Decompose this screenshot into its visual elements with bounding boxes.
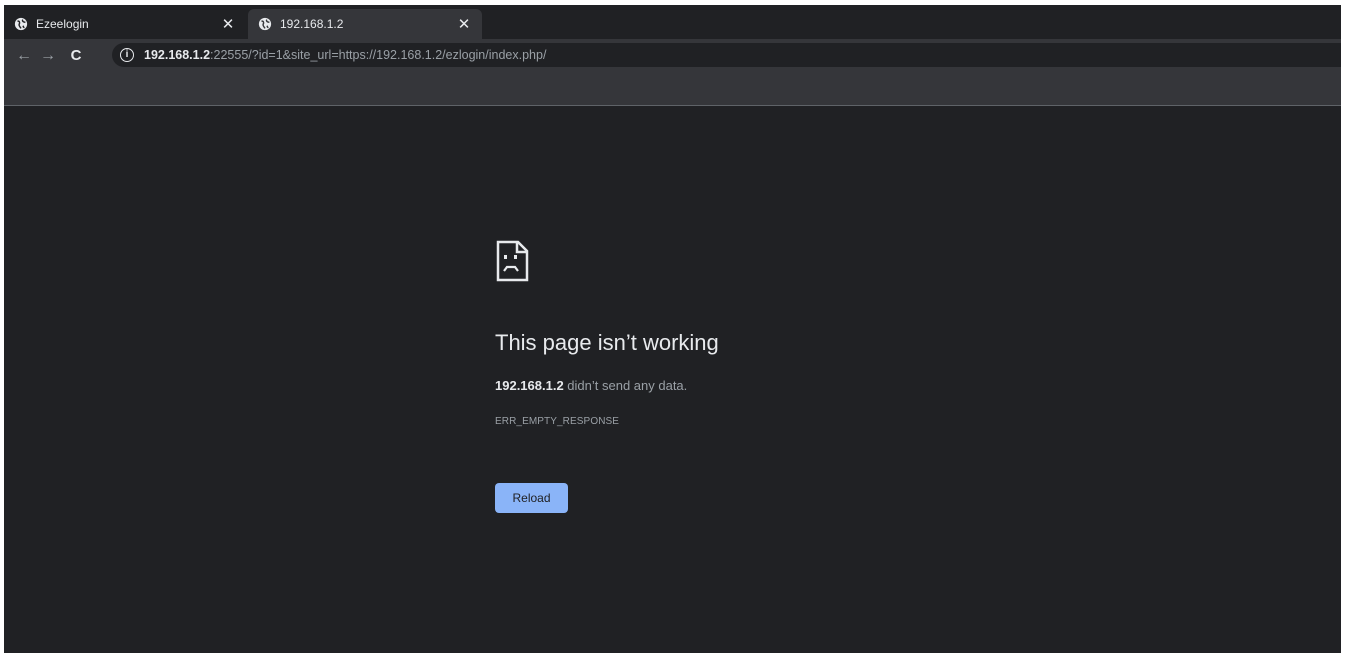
error-code: ERR_EMPTY_RESPONSE	[495, 416, 620, 427]
info-icon[interactable]: i	[120, 48, 134, 62]
reload-button[interactable]: Reload	[495, 483, 568, 513]
close-tab-icon[interactable]: ✕	[220, 16, 236, 33]
browser-window: Ezeelogin ✕ 192.168.1.2 ✕ ← → C i 192.16…	[4, 5, 1341, 653]
url-path: :22555/?id=1&site_url=https://192.168.1.…	[210, 48, 547, 62]
back-arrow-icon[interactable]: ←	[13, 45, 35, 67]
forward-arrow-icon[interactable]: →	[37, 45, 59, 67]
reload-icon[interactable]: C	[65, 45, 87, 67]
page-content: This page isn’t working 192.168.1.2 didn…	[4, 106, 1341, 653]
tab-strip: Ezeelogin ✕ 192.168.1.2 ✕	[4, 5, 1341, 39]
tab-title: Ezeelogin	[36, 17, 89, 31]
globe-icon	[258, 17, 272, 31]
error-title: This page isn’t working	[495, 330, 719, 355]
tab-title: 192.168.1.2	[280, 17, 344, 31]
error-host: 192.168.1.2	[495, 378, 564, 393]
sad-page-icon	[496, 240, 529, 282]
toolbar: ← → C i 192.168.1.2:22555/?id=1&site_url…	[4, 39, 1341, 72]
tab-ezeelogin[interactable]: Ezeelogin ✕	[4, 9, 246, 39]
address-bar[interactable]: i 192.168.1.2:22555/?id=1&site_url=https…	[112, 43, 1341, 67]
bookmarks-bar	[4, 72, 1341, 106]
error-message-text: didn’t send any data.	[563, 378, 688, 393]
close-tab-icon[interactable]: ✕	[456, 16, 472, 33]
globe-icon	[14, 17, 28, 31]
url-host: 192.168.1.2	[144, 48, 211, 62]
tab-192-168-1-2[interactable]: 192.168.1.2 ✕	[248, 9, 482, 39]
error-message: 192.168.1.2 didn’t send any data.	[495, 378, 687, 393]
